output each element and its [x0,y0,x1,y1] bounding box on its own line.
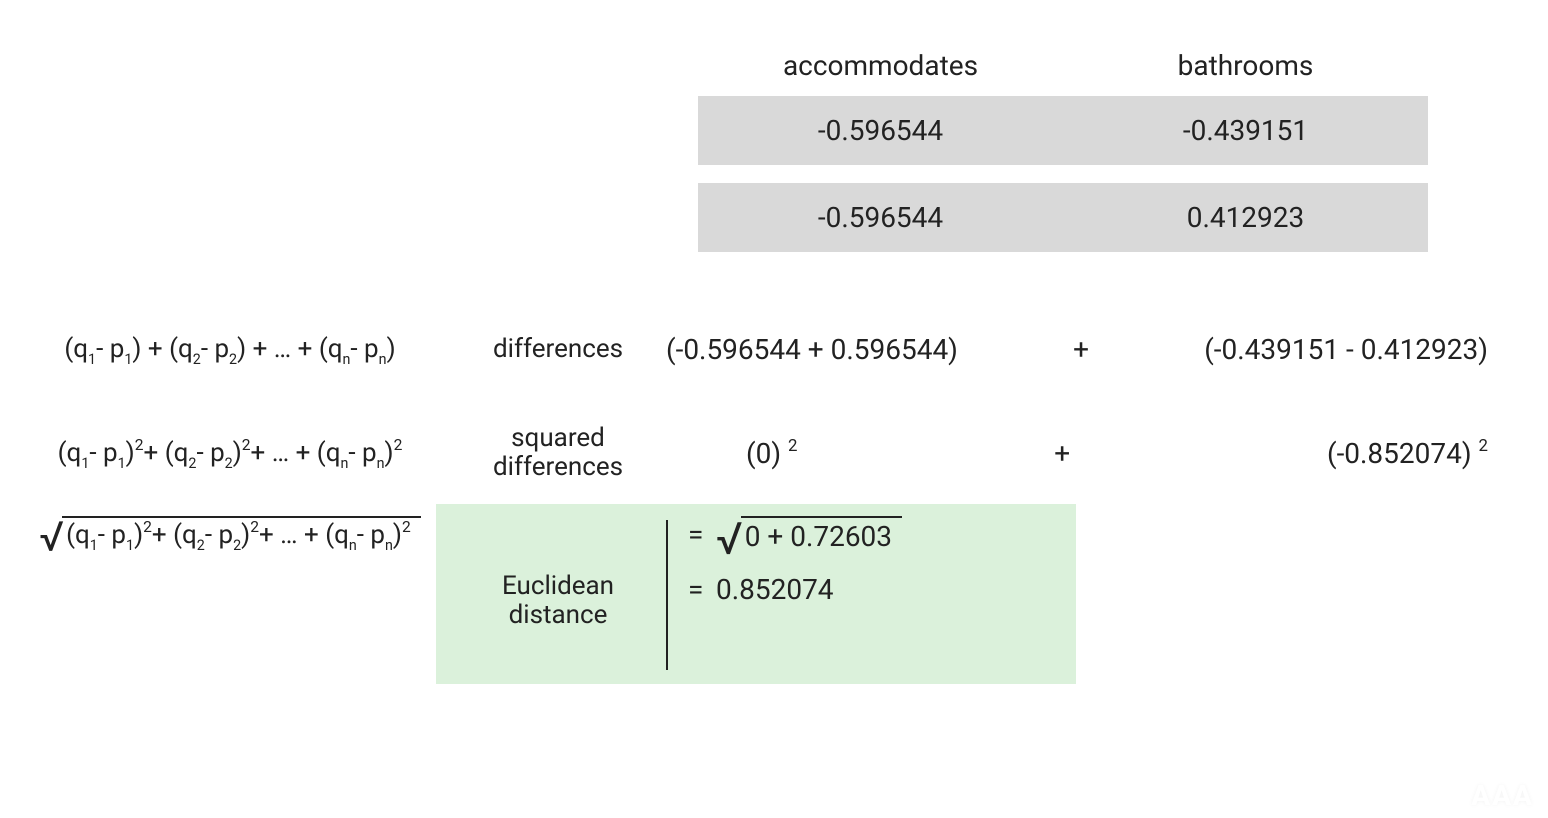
calc-squared: (0) 2 + (-0.852074) 2 [656,437,1548,470]
sqrt-icon: √ [39,521,64,555]
squared-right: (-0.852074) 2 [1327,437,1488,470]
row-euclidean: √ (q1- p1)2+ (q2- p2)2+ … + (qn- pn)2 Eu… [0,516,1548,686]
col-header-bathrooms: bathrooms [1063,43,1428,96]
calc-differences: (-0.596544 + 0.596544) + (-0.439151 - 0.… [656,333,1548,366]
euclid-result: 0.852074 [716,573,834,606]
calc-euclidean: = √ 0 + 0.72603 = 0.852074 [656,516,1548,686]
plus-sign: + [1073,333,1089,366]
table-row: -0.596544 0.412923 [698,183,1428,252]
label-squared-differences: squared differences [460,424,656,481]
table-header-row: accommodates bathrooms [698,43,1428,96]
formula-euclidean: √ (q1- p1)2+ (q2- p2)2+ … + (qn- pn)2 [0,516,460,686]
row-squared-differences: (q1- p1)2+ (q2- p2)2+ … + (qn- pn)2 squa… [0,412,1548,494]
diff-right: (-0.439151 - 0.412923) [1204,333,1488,366]
equals-sign: = [688,518,716,551]
calc-grid: (q1- p1) + (q2- p2) + … + (qn- pn) diffe… [0,308,1548,708]
sqrt-icon: √ [716,521,743,558]
euclid-sqrt-body: 0 + 0.72603 [741,516,902,553]
cell-p-accommodates: -0.596544 [698,183,1063,252]
diff-left: (-0.596544 + 0.596544) [666,333,958,366]
table-row: -0.596544 -0.439151 [698,96,1428,165]
watermark: AAA [1471,779,1534,812]
divider-icon [666,520,668,670]
equals-sign: = [688,573,716,606]
cell-p-bathrooms: 0.412923 [1063,183,1428,252]
formula-differences: (q1- p1) + (q2- p2) + … + (qn- pn) [0,334,460,364]
data-table: accommodates bathrooms -0.596544 -0.4391… [698,43,1428,252]
squared-left: (0) 2 [666,437,797,470]
cell-q-accommodates: -0.596544 [698,96,1063,165]
label-euclidean: Euclidean distance [460,516,656,686]
plus-sign: + [1054,437,1070,470]
formula-squared: (q1- p1)2+ (q2- p2)2+ … + (qn- pn)2 [0,438,460,468]
row-differences: (q1- p1) + (q2- p2) + … + (qn- pn) diffe… [0,308,1548,390]
cell-q-bathrooms: -0.439151 [1063,96,1428,165]
label-differences: differences [460,335,656,364]
col-header-accommodates: accommodates [698,43,1063,96]
